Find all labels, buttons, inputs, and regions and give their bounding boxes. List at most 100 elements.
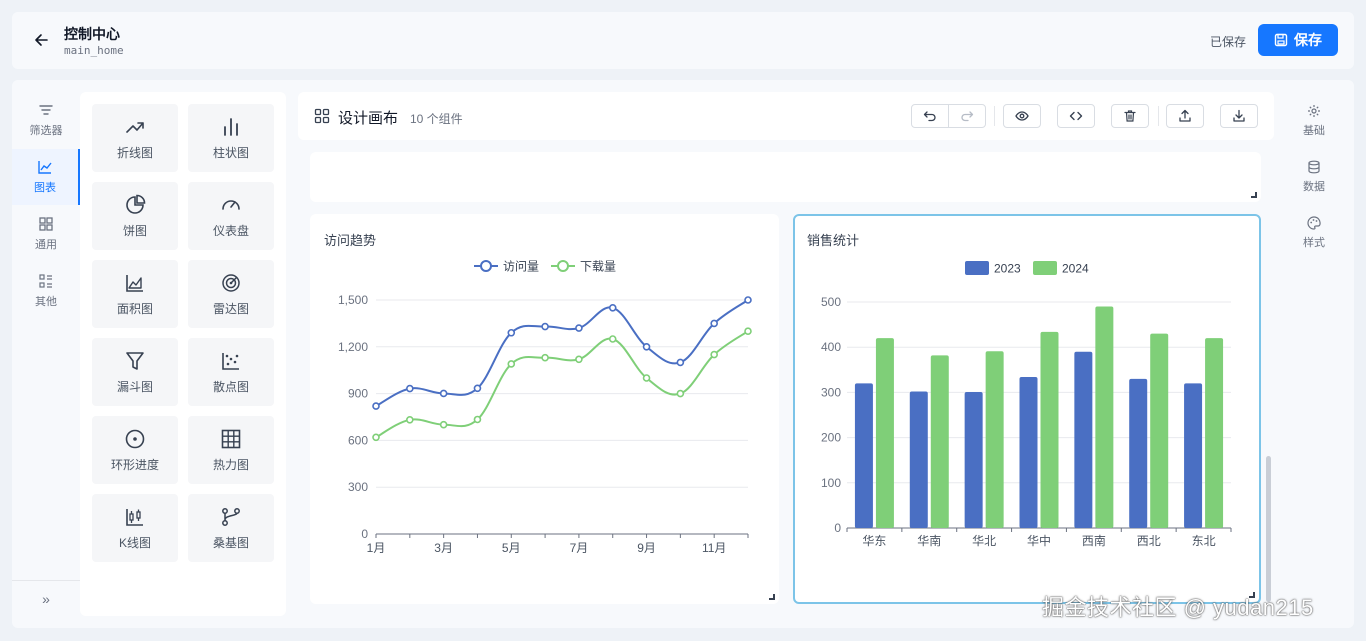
data-point — [575, 324, 583, 332]
delete-button[interactable] — [1111, 104, 1149, 128]
gear-icon — [1308, 105, 1320, 117]
bar — [854, 383, 873, 528]
palette-item-radar[interactable]: 雷达图 — [188, 260, 274, 328]
rail-item-other[interactable]: 其他 — [12, 263, 80, 319]
palette-item-label: 折线图 — [116, 145, 153, 160]
palette-item-label: 仪表盘 — [212, 223, 249, 238]
y-tick-label: 400 — [821, 340, 841, 354]
preview-button[interactable] — [1003, 104, 1041, 128]
palette-item-label: K线图 — [118, 535, 151, 550]
rail-item-general[interactable]: 通用 — [12, 206, 80, 262]
data-point — [642, 374, 651, 382]
top-header: 控制中心 main_home 已保存 保存 — [12, 12, 1354, 69]
data-point — [710, 319, 718, 328]
component-palette: 折线图 柱状图 饼图 仪表盘 面积图 雷达图 漏斗图 散点图 环形进度 热力图 … — [80, 92, 286, 616]
palette-item-bar[interactable]: 柱状图 — [188, 104, 274, 172]
palette-icon — [1307, 216, 1321, 230]
undo-button[interactable] — [911, 104, 949, 128]
legend-label: 下载量 — [580, 260, 616, 274]
data-point — [541, 353, 549, 362]
x-tick-label: 华南 — [917, 533, 941, 548]
save-button-label: 保存 — [1294, 32, 1322, 48]
palette-item-area[interactable]: 面积图 — [92, 260, 178, 328]
y-tick-label: 200 — [821, 431, 841, 445]
palette-item-candlestick[interactable]: K线图 — [92, 494, 178, 562]
sankey-icon — [222, 507, 240, 526]
bar — [1074, 351, 1093, 528]
bar — [1019, 377, 1038, 528]
y-tick-label: 900 — [348, 387, 368, 401]
rail-item-label: 数据 — [1303, 181, 1325, 193]
y-tick-label: 600 — [348, 433, 368, 447]
page-title: 控制中心 — [64, 26, 120, 42]
redo-button[interactable] — [948, 104, 986, 128]
y-tick-label: 0 — [361, 527, 368, 541]
upload-icon — [1179, 109, 1191, 122]
back-arrow-icon[interactable] — [32, 30, 52, 50]
export-button[interactable] — [1166, 104, 1204, 128]
data-point — [676, 389, 685, 398]
rail-item-data[interactable]: 数据 — [1286, 152, 1342, 202]
y-tick-label: 0 — [834, 521, 841, 535]
palette-item-scatter[interactable]: 散点图 — [188, 338, 274, 406]
bar — [909, 391, 928, 528]
bar — [930, 355, 949, 528]
bar-chart-icon — [224, 117, 238, 136]
legend-marker — [480, 260, 492, 272]
palette-item-funnel[interactable]: 漏斗图 — [92, 338, 178, 406]
bar-chart: 0 100 200 300 400 500 华东 华南 华北 华中 西南 西北 东北 2023 2024 — [821, 261, 1232, 548]
filter-icon — [39, 105, 53, 115]
palette-item-ring[interactable]: 环形进度 — [92, 416, 178, 484]
legend-label: 2024 — [1062, 262, 1089, 276]
code-icon — [1069, 111, 1083, 121]
component-card-line-chart[interactable]: 访问趋势 0 300 600 900 1,200 1,500 1月 3月 5月 7月 9月 11月 访问… — [310, 214, 779, 604]
x-tick-label: 华中 — [1027, 533, 1051, 548]
data-point — [710, 350, 718, 359]
canvas-title: 设计画布 — [338, 110, 399, 127]
ring-progress-icon — [125, 429, 145, 448]
right-rail: 基础 数据 样式 — [1286, 92, 1342, 616]
page-subtitle: main_home — [64, 44, 124, 57]
bar — [1129, 378, 1148, 528]
rail-item-label: 筛选器 — [29, 125, 63, 137]
y-tick-label: 300 — [348, 480, 368, 494]
palette-item-line[interactable]: 折线图 — [92, 104, 178, 172]
component-card-top[interactable] — [310, 152, 1261, 202]
code-button[interactable] — [1057, 104, 1095, 128]
import-button[interactable] — [1220, 104, 1258, 128]
resize-handle[interactable] — [1251, 192, 1257, 198]
trash-icon — [1124, 110, 1136, 122]
layout-grid-icon — [314, 108, 330, 124]
resize-handle[interactable] — [769, 594, 775, 600]
rail-item-label: 图表 — [34, 182, 56, 194]
series-line-1 — [375, 299, 749, 407]
rail-item-filter[interactable]: 筛选器 — [12, 92, 80, 148]
legend-label: 访问量 — [503, 260, 539, 274]
scatter-icon — [222, 352, 239, 370]
download-icon — [1233, 109, 1245, 122]
design-canvas[interactable]: 访问趋势 0 300 600 900 1,200 1,500 1月 3月 5月 7月 9月 11月 访问… — [298, 148, 1274, 616]
collapse-rail-button[interactable]: » — [12, 580, 80, 616]
palette-item-sankey[interactable]: 桑基图 — [188, 494, 274, 562]
data-point — [372, 402, 380, 410]
data-point — [406, 416, 414, 424]
bar — [1095, 306, 1114, 528]
palette-item-pie[interactable]: 饼图 — [92, 182, 178, 250]
save-button[interactable]: 保存 — [1258, 24, 1338, 56]
data-point — [507, 328, 516, 337]
component-card-bar-chart[interactable]: 销售统计 0 100 200 300 400 500 华东 华南 华北 华中 西南 西北 东北 2023 2… — [793, 214, 1261, 604]
data-point — [372, 433, 380, 442]
rail-item-style[interactable]: 样式 — [1286, 208, 1342, 258]
undo-icon — [923, 111, 936, 122]
y-tick-label: 1,500 — [338, 293, 368, 307]
legend-marker — [557, 260, 569, 272]
x-tick-label: 3月 — [434, 541, 453, 555]
palette-item-gauge[interactable]: 仪表盘 — [188, 182, 274, 250]
toolbar-divider — [1158, 106, 1159, 126]
bar — [875, 338, 894, 528]
pie-chart-icon — [126, 194, 146, 214]
rail-item-basic[interactable]: 基础 — [1286, 96, 1342, 146]
palette-item-heatmap[interactable]: 热力图 — [188, 416, 274, 484]
canvas-scrollbar[interactable] — [1266, 456, 1271, 602]
rail-item-chart[interactable]: 图表 — [12, 149, 80, 205]
